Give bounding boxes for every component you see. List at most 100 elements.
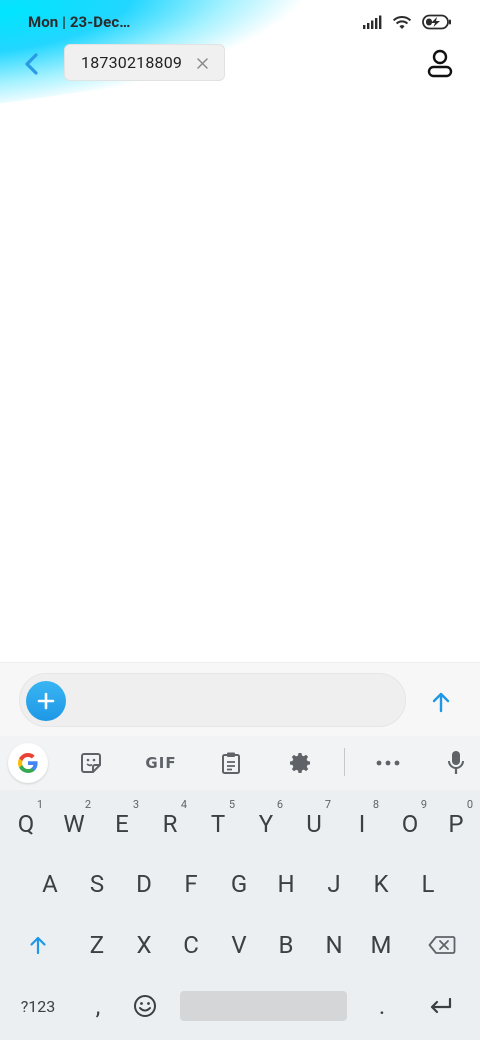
key-letter: Y [258,810,274,838]
key-b[interactable]: B [262,915,310,975]
key-number-hint: 8 [372,798,379,811]
toolbar-divider [344,748,345,776]
key-number-hint: 3 [132,798,139,811]
key-r[interactable]: R4 [146,794,194,854]
key-letter: O [401,810,419,838]
settings-button[interactable] [280,744,322,782]
key-y[interactable]: Y6 [242,794,290,854]
recipient-number: 18730218809 [81,53,183,72]
signal-icon [363,15,382,29]
key-row-2: A S D F G H J K L [0,854,480,914]
gif-button[interactable]: GIF [138,744,184,782]
key-j[interactable]: J [310,854,358,914]
key-e[interactable]: E3 [98,794,146,854]
recipient-chip[interactable]: 18730218809 [64,44,225,81]
key-f[interactable]: F [167,854,215,914]
person-icon [427,49,453,78]
key-letter: W [63,810,85,838]
contacts-button[interactable] [424,48,456,80]
sticker-button[interactable] [70,744,112,782]
compose-header: 18730218809 [0,44,480,84]
key-row-3: Z X C V B N M [0,915,480,975]
key-h[interactable]: H [262,854,310,914]
more-horizontal-icon [376,760,400,766]
key-z[interactable]: Z [73,915,121,975]
key-s[interactable]: S [73,854,121,914]
battery-charging-icon [422,14,451,30]
clipboard-icon [222,752,240,774]
key-letter: P [448,810,464,838]
backspace-icon [428,936,456,954]
key-d[interactable]: D [120,854,168,914]
gif-label: GIF [145,754,177,772]
key-m[interactable]: M [357,915,405,975]
key-n[interactable]: N [310,915,358,975]
key-letter: U [306,810,322,838]
key-number-hint: 9 [420,798,427,811]
key-k[interactable]: K [357,854,405,914]
enter-icon [430,997,452,1014]
google-icon [17,753,38,773]
key-row-bottom: ?123 , . [0,976,480,1036]
emoji-key[interactable] [121,976,169,1036]
sticker-icon [81,753,101,773]
space-key[interactable] [180,991,347,1021]
arrow-up-icon [432,692,450,713]
key-o[interactable]: O9 [386,794,434,854]
status-time: Mon | 23-Dec… [28,13,131,31]
key-row-1: Q1 W2 E3 R4 T5 Y6 U7 I8 O9 P0 [0,794,480,854]
gear-icon [290,753,310,773]
keyboard: GIF Q1 W 2 E 3 R 4 T 5 Y 6 U 7 I 8 O 9 P… [0,736,480,1040]
remove-recipient-button[interactable] [194,55,210,71]
key-number-hint: 2 [84,798,91,811]
key-letter: E [115,810,129,838]
key-letter: I [358,810,366,838]
key-i[interactable]: I8 [338,794,386,854]
google-search-button[interactable] [8,743,48,783]
key-number-hint: 6 [276,798,283,811]
key-number-hint: 0 [466,798,473,811]
compose-bar [0,662,480,736]
status-icons [362,14,452,30]
compose-field [19,673,406,727]
keyboard-toolbar: GIF [0,736,480,790]
shift-arrow-icon [30,936,46,955]
backspace-key[interactable] [418,915,466,975]
wifi-icon [392,15,412,29]
key-number-hint: 5 [228,798,235,811]
key-l[interactable]: L [404,854,452,914]
key-x[interactable]: X [120,915,168,975]
back-button[interactable] [18,50,46,78]
key-t[interactable]: T5 [194,794,242,854]
symbols-key[interactable]: ?123 [10,976,66,1036]
period-key[interactable]: . [358,976,406,1036]
key-v[interactable]: V [215,915,263,975]
voice-input-button[interactable] [436,744,476,782]
key-p[interactable]: P0 [432,794,480,854]
comma-key[interactable]: , [74,976,122,1036]
key-a[interactable]: A [26,854,74,914]
key-c[interactable]: C [167,915,215,975]
key-q[interactable]: Q1 [2,794,50,854]
key-letter: R [162,810,178,838]
key-w[interactable]: W2 [50,794,98,854]
status-bar: Mon | 23-Dec… [0,0,480,44]
key-number-hint: 7 [324,798,331,811]
microphone-icon [448,751,464,774]
enter-key[interactable] [416,976,466,1036]
key-letter: T [210,810,226,838]
key-number-hint: 1 [36,798,43,811]
clipboard-button[interactable] [210,744,252,782]
more-options-button[interactable] [366,744,410,782]
key-g[interactable]: G [215,854,263,914]
add-attachment-button[interactable] [26,681,66,721]
key-number-hint: 4 [180,798,187,811]
message-input[interactable] [76,682,396,720]
plus-icon [37,692,55,710]
key-letter: Q [17,810,35,838]
close-icon [196,57,208,69]
shift-key[interactable] [14,915,62,975]
key-u[interactable]: U7 [290,794,338,854]
send-button[interactable] [426,687,456,717]
emoji-icon [134,995,156,1017]
